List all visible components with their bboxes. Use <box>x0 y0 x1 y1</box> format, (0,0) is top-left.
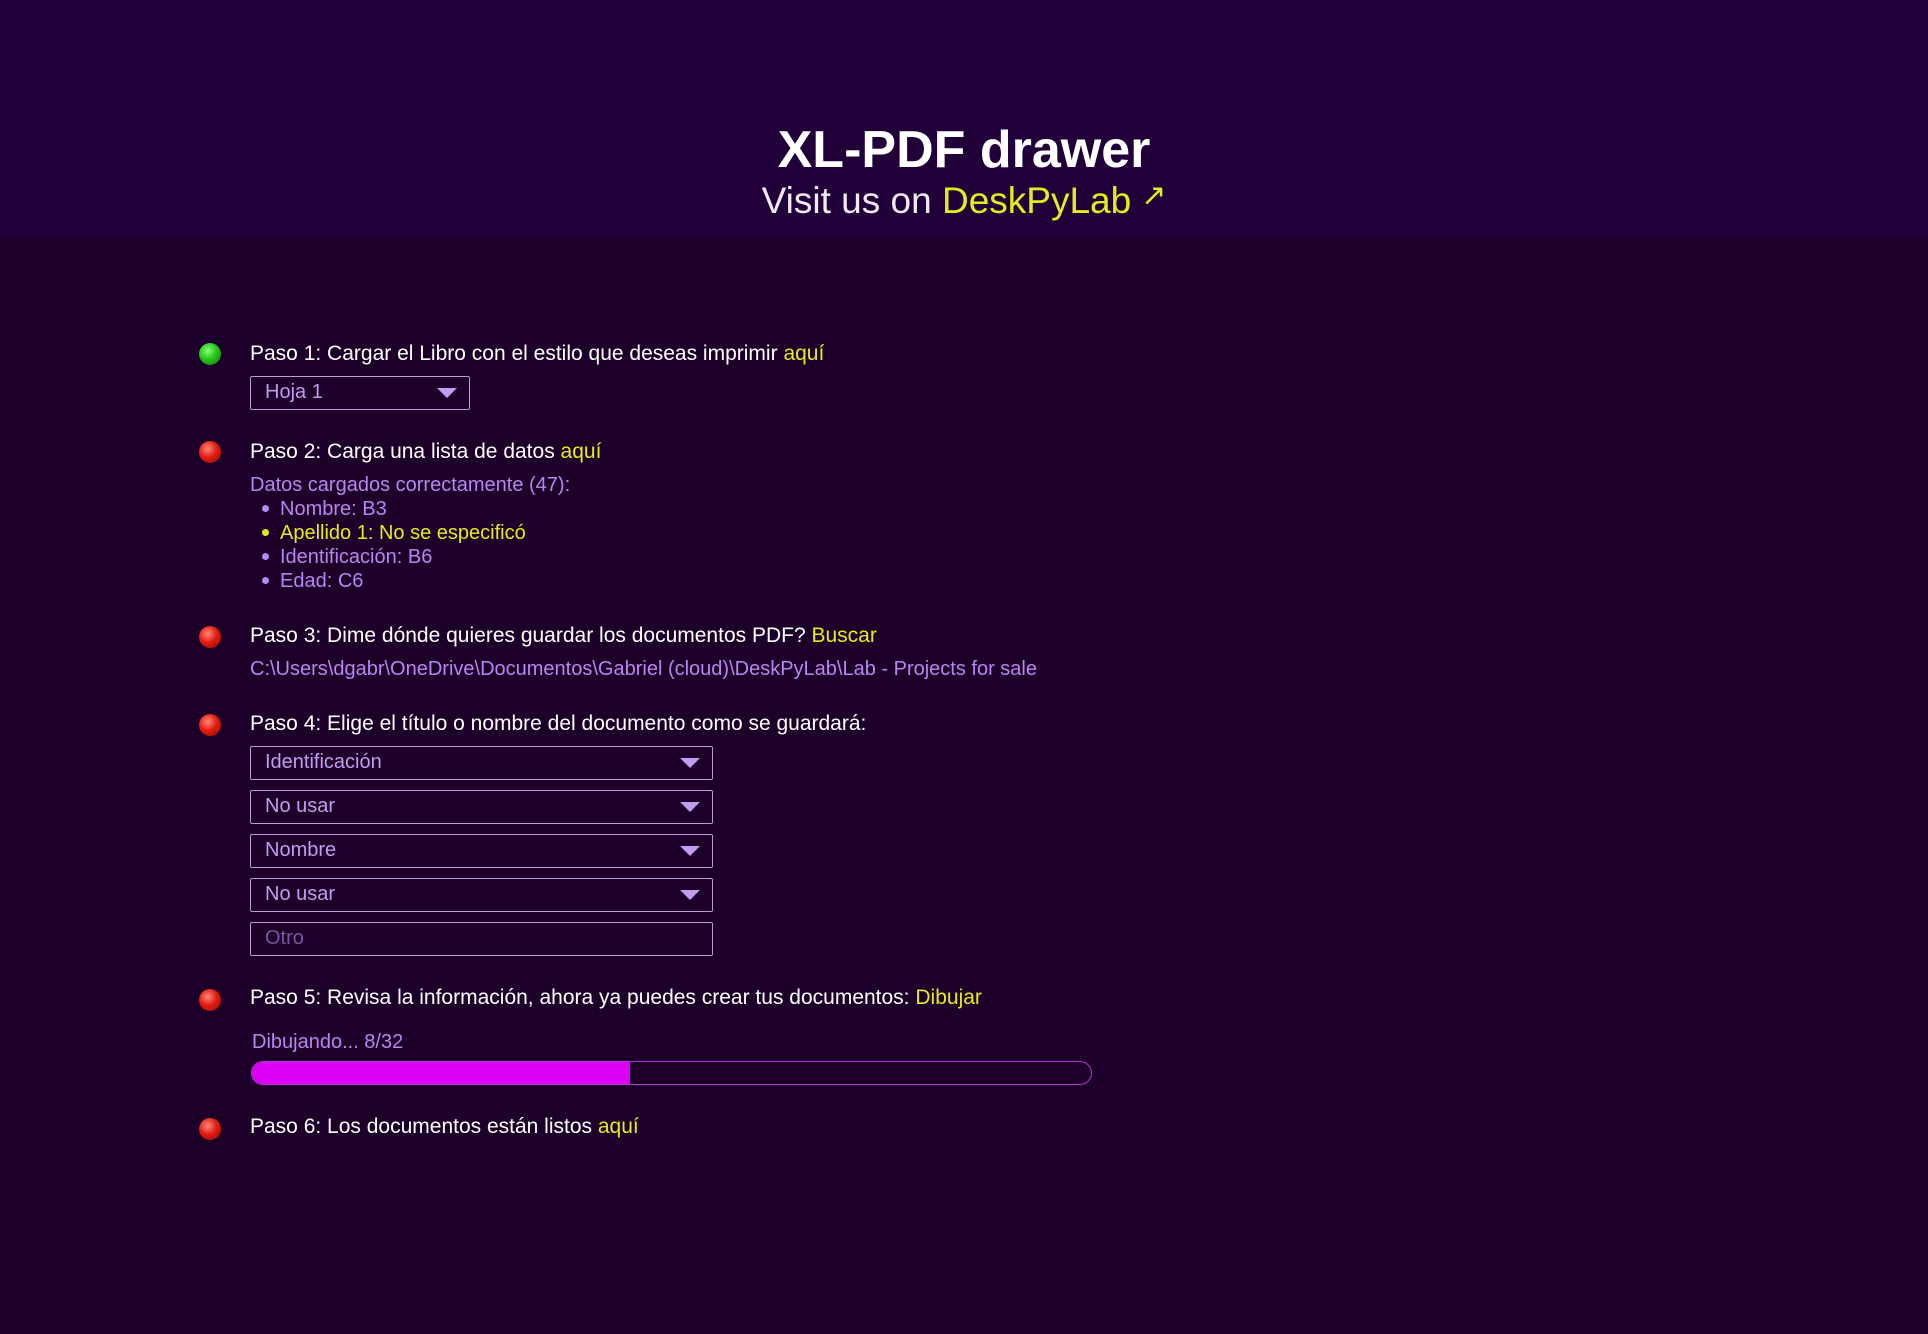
title-part-2-value: No usar <box>265 795 336 817</box>
app-title: XL-PDF drawer <box>777 121 1151 179</box>
sheet-select-value: Hoja 1 <box>265 381 323 403</box>
status-pending-icon <box>199 441 221 463</box>
step-4-text: Paso 4: Elige el título o nombre del doc… <box>250 712 866 736</box>
step-2-load-link[interactable]: aquí <box>561 440 602 463</box>
bullet-icon <box>262 577 269 584</box>
chevron-down-icon <box>680 758 700 768</box>
status-pending-icon <box>199 989 221 1011</box>
deskpylab-link[interactable]: DeskPyLab <box>942 180 1131 221</box>
field-mapping-apellido: Apellido 1: No se especificó <box>280 522 526 544</box>
step-1-label: Paso 1: Cargar el Libro con el estilo qu… <box>250 342 778 365</box>
field-mapping-nombre: Nombre: B3 <box>280 498 387 520</box>
list-item: Identificación: B6 <box>262 546 432 569</box>
status-done-icon <box>199 343 221 365</box>
list-item: Edad: C6 <box>262 570 363 593</box>
other-title-input[interactable]: Otro <box>250 922 713 956</box>
title-part-4-select[interactable]: No usar <box>250 878 713 912</box>
draw-link[interactable]: Dibujar <box>915 986 982 1009</box>
arrow-up-right-icon[interactable]: ↗ <box>1141 179 1166 212</box>
status-pending-icon <box>199 1118 221 1140</box>
data-loaded-message: Datos cargados correctamente (47): <box>250 474 571 496</box>
title-part-2-select[interactable]: No usar <box>250 790 713 824</box>
step-6-text: Paso 6: Los documentos están listos aquí <box>250 1115 639 1139</box>
open-documents-link[interactable]: aquí <box>598 1115 639 1138</box>
title-part-3-select[interactable]: Nombre <box>250 834 713 868</box>
step-4-label: Paso 4: Elige el título o nombre del doc… <box>250 712 867 735</box>
chevron-down-icon <box>680 890 700 900</box>
field-mapping-identificacion: Identificación: B6 <box>280 546 433 568</box>
list-item: Nombre: B3 <box>262 498 387 521</box>
browse-folder-link[interactable]: Buscar <box>811 624 876 647</box>
status-pending-icon <box>199 714 221 736</box>
title-part-1-value: Identificación <box>265 751 382 773</box>
step-3-label: Paso 3: Dime dónde quieres guardar los d… <box>250 624 806 647</box>
output-path: C:\Users\dgabr\OneDrive\Documentos\Gabri… <box>250 658 1037 680</box>
step-2-text: Paso 2: Carga una lista de datos aquí <box>250 440 601 464</box>
field-mapping-edad: Edad: C6 <box>280 570 364 592</box>
title-part-3-value: Nombre <box>265 839 337 861</box>
title-part-4-value: No usar <box>265 883 336 905</box>
step-5-text: Paso 5: Revisa la información, ahora ya … <box>250 986 982 1010</box>
title-part-1-select[interactable]: Identificación <box>250 746 713 780</box>
chevron-down-icon <box>680 846 700 856</box>
step-5-label: Paso 5: Revisa la información, ahora ya … <box>250 986 910 1009</box>
progress-bar-fill <box>252 1062 630 1084</box>
status-pending-icon <box>199 626 221 648</box>
sheet-select[interactable]: Hoja 1 <box>250 376 470 410</box>
step-3-text: Paso 3: Dime dónde quieres guardar los d… <box>250 624 877 648</box>
step-6-label: Paso 6: Los documentos están listos <box>250 1115 593 1138</box>
bullet-icon <box>262 505 269 512</box>
chevron-down-icon <box>680 802 700 812</box>
chevron-down-icon <box>437 388 457 398</box>
app-header: XL-PDF drawer Visit us on DeskPyLab ↗ <box>0 0 1928 238</box>
bullet-icon <box>262 553 269 560</box>
progress-bar <box>251 1061 1092 1085</box>
progress-status-text: Dibujando... 8/32 <box>252 1031 404 1053</box>
bullet-icon <box>262 529 269 536</box>
subtitle-prefix: Visit us on <box>761 180 932 221</box>
step-1-load-link[interactable]: aquí <box>783 342 824 365</box>
step-2-label: Paso 2: Carga una lista de datos <box>250 440 555 463</box>
other-title-placeholder: Otro <box>265 927 304 949</box>
list-item: Apellido 1: No se especificó <box>262 522 526 545</box>
subtitle: Visit us on DeskPyLab ↗ <box>0 179 1928 222</box>
step-1-text: Paso 1: Cargar el Libro con el estilo qu… <box>250 342 824 366</box>
